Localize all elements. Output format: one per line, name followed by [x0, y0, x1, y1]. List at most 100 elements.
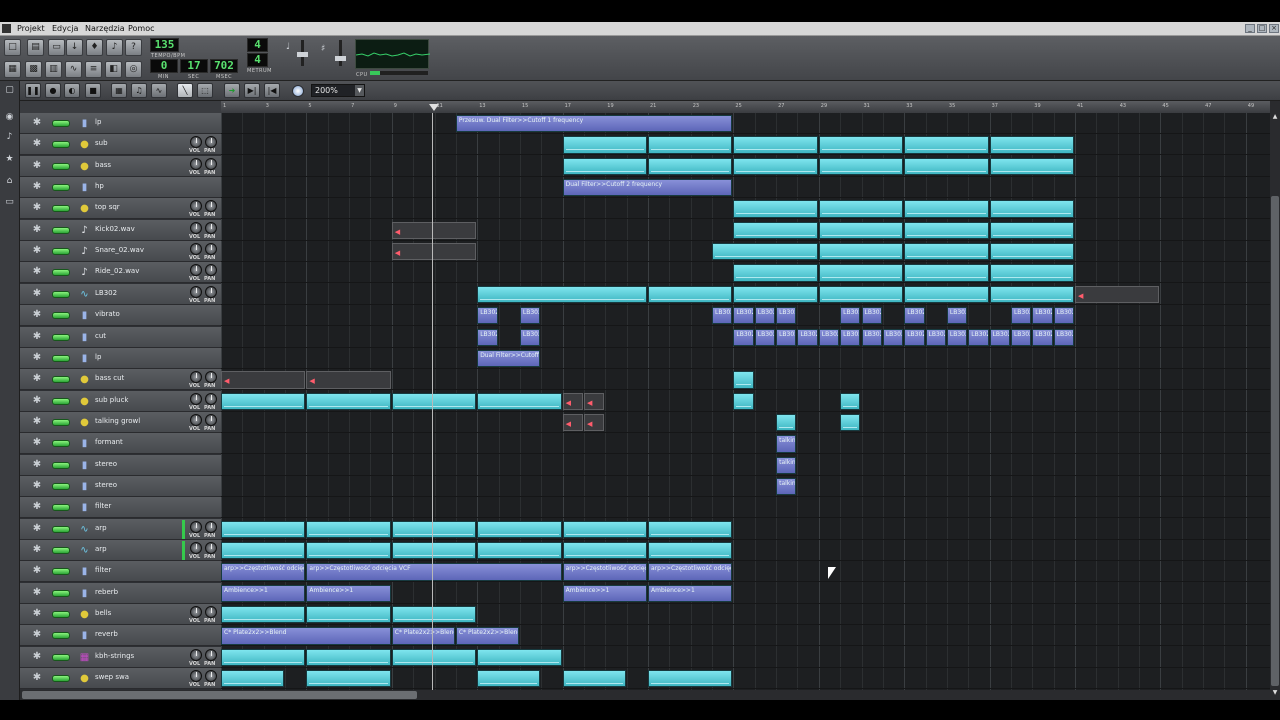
gear-icon[interactable]: ✱	[31, 138, 43, 150]
pattern-clip[interactable]	[818, 264, 904, 282]
playhead-marker[interactable]	[429, 104, 439, 111]
volume-knob[interactable]	[190, 371, 202, 384]
track-header[interactable]: ✱ ● bells VOL PAN	[20, 604, 221, 626]
pattern-clip[interactable]	[477, 285, 647, 304]
automation-clip[interactable]: LB302	[477, 307, 498, 325]
timeline-ruler[interactable]: 1 3 5 7 9 11 13 15 17 19 21 23 25 27 29 31 33 35 37 39 41 43 4…	[221, 101, 1270, 113]
track-header[interactable]: ✱ ▮ filter	[20, 497, 221, 519]
mute-toggle[interactable]	[52, 184, 70, 192]
automation-clip[interactable]: talking	[776, 435, 797, 453]
automation-clip[interactable]: LB302	[712, 307, 733, 325]
automation-clip[interactable]: LB302	[818, 328, 840, 346]
pattern-clip[interactable]	[818, 136, 904, 154]
pattern-clip[interactable]	[989, 264, 1074, 282]
pattern-clip[interactable]	[221, 520, 306, 538]
track-lane[interactable]	[221, 476, 1270, 497]
pattern-clip[interactable]	[733, 392, 754, 410]
menu-pomoc[interactable]: Pomoc	[128, 23, 155, 35]
mute-toggle[interactable]	[52, 440, 70, 448]
pattern-clip[interactable]	[818, 243, 904, 261]
gear-icon[interactable]: ✱	[31, 373, 43, 385]
track-header[interactable]: ✱ ▦ kbh-strings VOL PAN	[20, 646, 221, 668]
pattern-clip[interactable]	[733, 200, 818, 218]
track-name[interactable]: cut	[95, 332, 106, 340]
pan-knob[interactable]	[205, 542, 217, 554]
time-sig-numerator[interactable]: 4	[247, 38, 268, 52]
automation-clip[interactable]: Ambience>>1	[562, 584, 647, 603]
pattern-clip[interactable]	[989, 136, 1074, 154]
automation-clip[interactable]: C* Plate2x2>>Blend	[221, 627, 391, 645]
automation-clip[interactable]: talking	[776, 456, 797, 474]
add-beat-track-icon[interactable]: ▦	[111, 83, 127, 98]
automation-clip[interactable]: LB302	[861, 307, 882, 325]
track-name[interactable]: sub pluck	[95, 396, 128, 404]
track-lane[interactable]	[221, 177, 1270, 199]
mute-toggle[interactable]	[52, 653, 70, 661]
master-pitch-handle[interactable]	[335, 56, 346, 61]
piano-roll-icon[interactable]: ▥	[45, 61, 62, 78]
track-name[interactable]: lp	[95, 118, 101, 126]
automation-clip[interactable]: LB302	[1053, 328, 1074, 346]
track-name[interactable]: Snare_02.wav	[95, 246, 144, 254]
home-icon[interactable]: ⌂	[3, 175, 16, 188]
pattern-clip[interactable]	[562, 670, 626, 688]
track-header[interactable]: ✱ ● talking growl VOL PAN	[20, 411, 221, 433]
gear-icon[interactable]: ✱	[31, 331, 43, 343]
track-name[interactable]: stereo	[95, 460, 117, 468]
mute-toggle[interactable]	[52, 504, 70, 512]
pattern-clip[interactable]	[989, 200, 1074, 218]
mute-toggle[interactable]	[52, 312, 70, 320]
track-name[interactable]: bass	[95, 161, 111, 169]
track-header[interactable]: ✱ ▮ reverb	[20, 625, 221, 647]
automation-clip[interactable]: LB302	[733, 328, 754, 346]
pan-knob[interactable]	[205, 285, 217, 298]
sample-clip[interactable]: ◀	[583, 413, 605, 432]
gear-icon[interactable]: ✱	[31, 523, 43, 535]
pattern-clip[interactable]	[477, 670, 541, 688]
track-name[interactable]: reverb	[95, 630, 118, 638]
track-header[interactable]: ✱ ▮ formant	[20, 433, 221, 455]
track-header[interactable]: ✱ ▮ stereo	[20, 475, 221, 497]
track-header[interactable]: ✱ ▮ reberb	[20, 582, 221, 604]
volume-knob[interactable]	[190, 285, 202, 298]
gear-icon[interactable]: ✱	[31, 459, 43, 471]
track-header[interactable]: ✱ ♪ Ride_02.wav VOL PAN	[20, 262, 221, 284]
pattern-clip[interactable]	[306, 392, 391, 410]
volume-knob[interactable]	[190, 520, 202, 533]
gear-icon[interactable]: ✱	[31, 245, 43, 257]
record-accompany-icon[interactable]: ◐	[64, 83, 80, 98]
play-icon[interactable]: ❚❚	[25, 83, 41, 98]
volume-knob[interactable]	[190, 413, 202, 426]
menu-projekt[interactable]: Projekt	[17, 23, 45, 35]
automation-clip[interactable]: LB302	[1010, 328, 1032, 346]
pattern-clip[interactable]	[989, 157, 1074, 176]
track-lane[interactable]	[221, 348, 1270, 369]
mute-toggle[interactable]	[52, 290, 70, 298]
track-lane[interactable]	[221, 497, 1270, 519]
pan-knob[interactable]	[205, 606, 217, 619]
mute-toggle[interactable]	[52, 418, 70, 426]
mute-toggle[interactable]	[52, 675, 70, 683]
pattern-clip[interactable]	[306, 670, 391, 688]
arrangement-grid[interactable]: Przesuw. Dual Filter>>Cutoff 1 frequency…	[221, 113, 1270, 690]
gear-icon[interactable]: ✱	[31, 501, 43, 513]
gear-icon[interactable]: ✱	[31, 608, 43, 620]
mute-toggle[interactable]	[52, 120, 70, 127]
pan-knob[interactable]	[205, 157, 217, 170]
vertical-scrollbar[interactable]: ▲ ▼	[1270, 101, 1280, 700]
volume-knob[interactable]	[190, 392, 202, 405]
pattern-clip[interactable]	[306, 520, 391, 538]
gear-icon[interactable]: ✱	[31, 352, 43, 364]
pattern-clip[interactable]	[221, 606, 306, 624]
pattern-clip[interactable]	[648, 157, 733, 176]
track-header[interactable]: ✱ ▮ lp	[20, 113, 221, 134]
track-name[interactable]: reberb	[95, 588, 118, 596]
track-header[interactable]: ✱ ∿ arp VOL PAN	[20, 518, 221, 540]
mute-toggle[interactable]	[52, 162, 70, 170]
track-name[interactable]: arp	[95, 524, 107, 532]
pattern-clip[interactable]	[221, 648, 306, 667]
track-name[interactable]: filter	[95, 566, 111, 574]
pattern-clip[interactable]	[648, 520, 733, 538]
pattern-clip[interactable]	[733, 136, 818, 154]
volume-knob[interactable]	[190, 136, 202, 149]
